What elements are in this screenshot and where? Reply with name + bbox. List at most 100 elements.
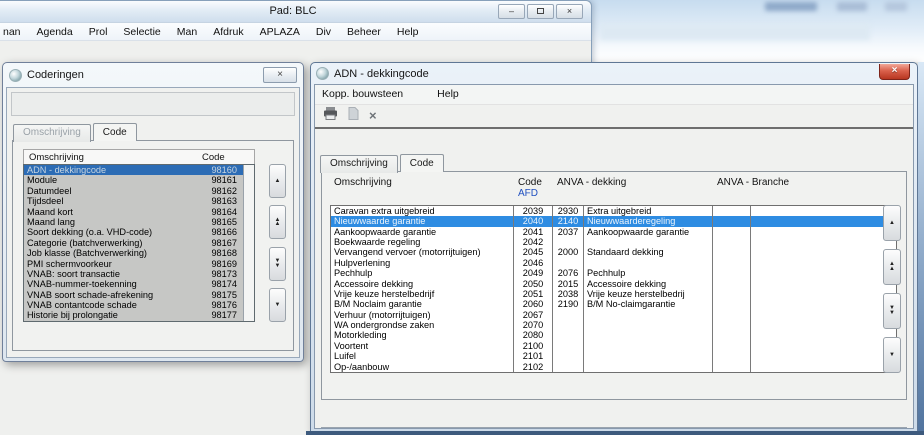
menu-item-agenda[interactable]: Agenda <box>29 26 81 38</box>
table-row[interactable]: Verhuur (motorrijtuigen) 2067 <box>331 309 896 321</box>
table-row[interactable]: Motorkleding 2080 <box>331 330 896 341</box>
print-icon[interactable] <box>323 106 338 125</box>
menu-item-prol[interactable]: Prol <box>81 26 116 38</box>
coderingen-window: Coderingen × Omschrijving Code Omschrijv… <box>2 62 304 362</box>
cell-anva-code: 2930 <box>553 205 584 217</box>
table-row[interactable]: Luifel 2101 <box>331 351 896 362</box>
list-item[interactable]: Maand lang 98165 <box>24 217 243 227</box>
page-up-button[interactable]: ▲ ▲ <box>269 205 286 240</box>
tab-code[interactable]: Code <box>92 123 137 141</box>
list-item[interactable]: PMI schermvoorkeur 98169 <box>24 259 243 269</box>
scroll-down-button[interactable]: ▼ <box>269 287 286 322</box>
close-button[interactable]: × <box>263 67 297 83</box>
list-item[interactable]: VNAB: soort transactie 98173 <box>24 269 243 279</box>
menu-item-beheer[interactable]: Beheer <box>339 26 389 38</box>
arrow-up-icon: ▲ <box>274 178 281 184</box>
maximize-button[interactable] <box>527 4 554 19</box>
close-button[interactable]: × <box>879 64 910 80</box>
cell-anva-code <box>553 257 584 269</box>
cell-branche <box>751 216 896 226</box>
menu-item-koppbouwsteen[interactable]: Kopp. bouwsteen <box>322 88 411 100</box>
item-label: Maand kort <box>27 206 73 217</box>
cell-omschrijving: WA ondergrondse zaken <box>331 320 514 331</box>
table-row[interactable]: Vrije keuze herstelbedrijf 2051 2038 Vrije … <box>331 288 896 300</box>
page-down-button[interactable]: ▼ ▼ <box>883 292 901 329</box>
tab-code[interactable]: Code <box>399 153 444 172</box>
cell-omschrijving: Boekwaarde regeling <box>331 236 514 248</box>
menu-item-help[interactable]: Help <box>389 26 427 38</box>
list-item[interactable]: Soort dekking (o.a. VHD-code) 98166 <box>24 227 243 237</box>
background-blur <box>765 2 817 11</box>
cell-branche <box>751 237 896 247</box>
menu-item-afdruk[interactable]: Afdruk <box>205 26 251 38</box>
minimize-button[interactable]: – <box>498 4 525 19</box>
coderingen-titlebar[interactable]: Coderingen × <box>6 63 300 87</box>
cell-anva-dekking: Extra uitgebreid <box>584 205 713 217</box>
table-row[interactable]: Caravan extra uitgebreid 2039 2930 Extra ui… <box>331 205 896 217</box>
table-row[interactable]: Aankoopwaarde garantie 2041 2037 Aankoopwaa… <box>331 226 896 237</box>
page-up-button[interactable]: ▲ ▲ <box>883 248 901 285</box>
item-label: Maand lang <box>27 216 76 227</box>
cell-omschrijving: Vrije keuze herstelbedrijf <box>331 288 514 300</box>
scroll-up-button[interactable]: ▲ <box>883 204 901 241</box>
minimize-icon: – <box>508 6 514 16</box>
cell-anva-dekking: Vrije keuze herstelbedrij <box>584 288 713 300</box>
scroll-down-button[interactable]: ▼ <box>883 336 901 373</box>
list-item[interactable]: ADN - dekkingcode 98160 <box>24 165 243 176</box>
table-row[interactable]: Accessoire dekking 2050 2015 Accessoire dek… <box>331 278 896 289</box>
menu-item-aplaza[interactable]: APLAZA <box>252 26 308 38</box>
new-document-icon[interactable] <box>348 106 359 125</box>
list-item[interactable]: VNAB soort schade-afrekening 98175 <box>24 290 243 300</box>
table-header: Omschrijving Code AFD ANVA - dekking ANV… <box>330 174 897 204</box>
cell-branche-code <box>713 278 751 289</box>
menu-item-help[interactable]: Help <box>429 88 467 100</box>
table-row[interactable]: Op-/aanbouw 2102 <box>331 361 896 372</box>
menu-item-nan[interactable]: nan <box>3 26 29 38</box>
main-window-titlebar[interactable]: Pad: BLC – × <box>0 1 591 23</box>
list-item[interactable]: VNAB-nummer-toekenning 98174 <box>24 279 243 289</box>
table-row[interactable]: WA ondergrondse zaken 2070 <box>331 320 896 331</box>
cell-omschrijving: Pechhulp <box>331 268 514 279</box>
list-item[interactable]: VNAB contantcode schade 98176 <box>24 300 243 310</box>
scroll-up-button[interactable]: ▲ <box>269 164 286 198</box>
coderingen-list: ADN - dekkingcode 98160 Module 98161 Datumde… <box>23 164 255 322</box>
table-row[interactable]: Voortent 2100 <box>331 340 896 352</box>
table-row[interactable]: Pechhulp 2049 2076 Pechhulp <box>331 268 896 279</box>
close-button[interactable]: × <box>556 4 583 19</box>
item-code: 98161 <box>211 175 237 186</box>
table-row[interactable]: B/M Noclaim garantie 2060 2190 B/M No-claim… <box>331 299 896 310</box>
delete-icon[interactable]: × <box>369 109 377 122</box>
list-item[interactable]: Module 98161 <box>24 175 243 185</box>
list-item[interactable]: Maand kort 98164 <box>24 207 243 217</box>
page-down-button[interactable]: ▼ ▼ <box>269 246 286 281</box>
item-code: 98169 <box>211 258 237 269</box>
menu-item-div[interactable]: Div <box>308 26 339 38</box>
cell-anva-dekking <box>584 330 713 341</box>
item-code: 98176 <box>211 300 237 311</box>
adn-titlebar[interactable]: ADN - dekkingcode <box>314 63 914 84</box>
item-code: 98175 <box>211 289 237 300</box>
item-label: Datumdeel <box>27 185 72 196</box>
list-item[interactable]: Job klasse (Batchverwerking) 98168 <box>24 248 243 258</box>
list-header: Omschrijving Code <box>23 149 255 164</box>
menu-item-man[interactable]: Man <box>169 26 205 38</box>
table-row[interactable]: Boekwaarde regeling 2042 <box>331 236 896 248</box>
table-row[interactable]: Vervangend vervoer (motorrijtuigen) 2045 2… <box>331 247 896 258</box>
cell-code-afd: 2102 <box>514 361 553 372</box>
menu-item-selectie[interactable]: Selectie <box>115 26 168 38</box>
list-item[interactable]: Historie bij prolongatie 98177 <box>24 310 243 320</box>
list-item[interactable]: Datumdeel 98162 <box>24 186 243 196</box>
scrollbar[interactable] <box>243 165 254 321</box>
cell-branche <box>751 279 896 289</box>
tab-omschrijving[interactable]: Omschrijving <box>320 154 398 173</box>
arrow-down-icon: ▼ <box>274 262 281 269</box>
cell-branche-code <box>713 226 751 237</box>
cell-code-afd: 2039 <box>514 205 553 217</box>
cell-omschrijving: B/M Noclaim garantie <box>331 299 514 310</box>
table-row[interactable]: Hulpverlening 2046 <box>331 257 896 269</box>
cell-code-afd: 2042 <box>514 236 553 248</box>
list-item[interactable]: Categorie (batchverwerking) 98167 <box>24 238 243 248</box>
table-row[interactable]: Nieuwwaarde garantie 2040 2140 Nieuwwaarder… <box>331 216 896 227</box>
list-item[interactable]: Tijdsdeel 98163 <box>24 196 243 206</box>
adn-table: Caravan extra uitgebreid 2039 2930 Extra ui… <box>330 204 897 373</box>
